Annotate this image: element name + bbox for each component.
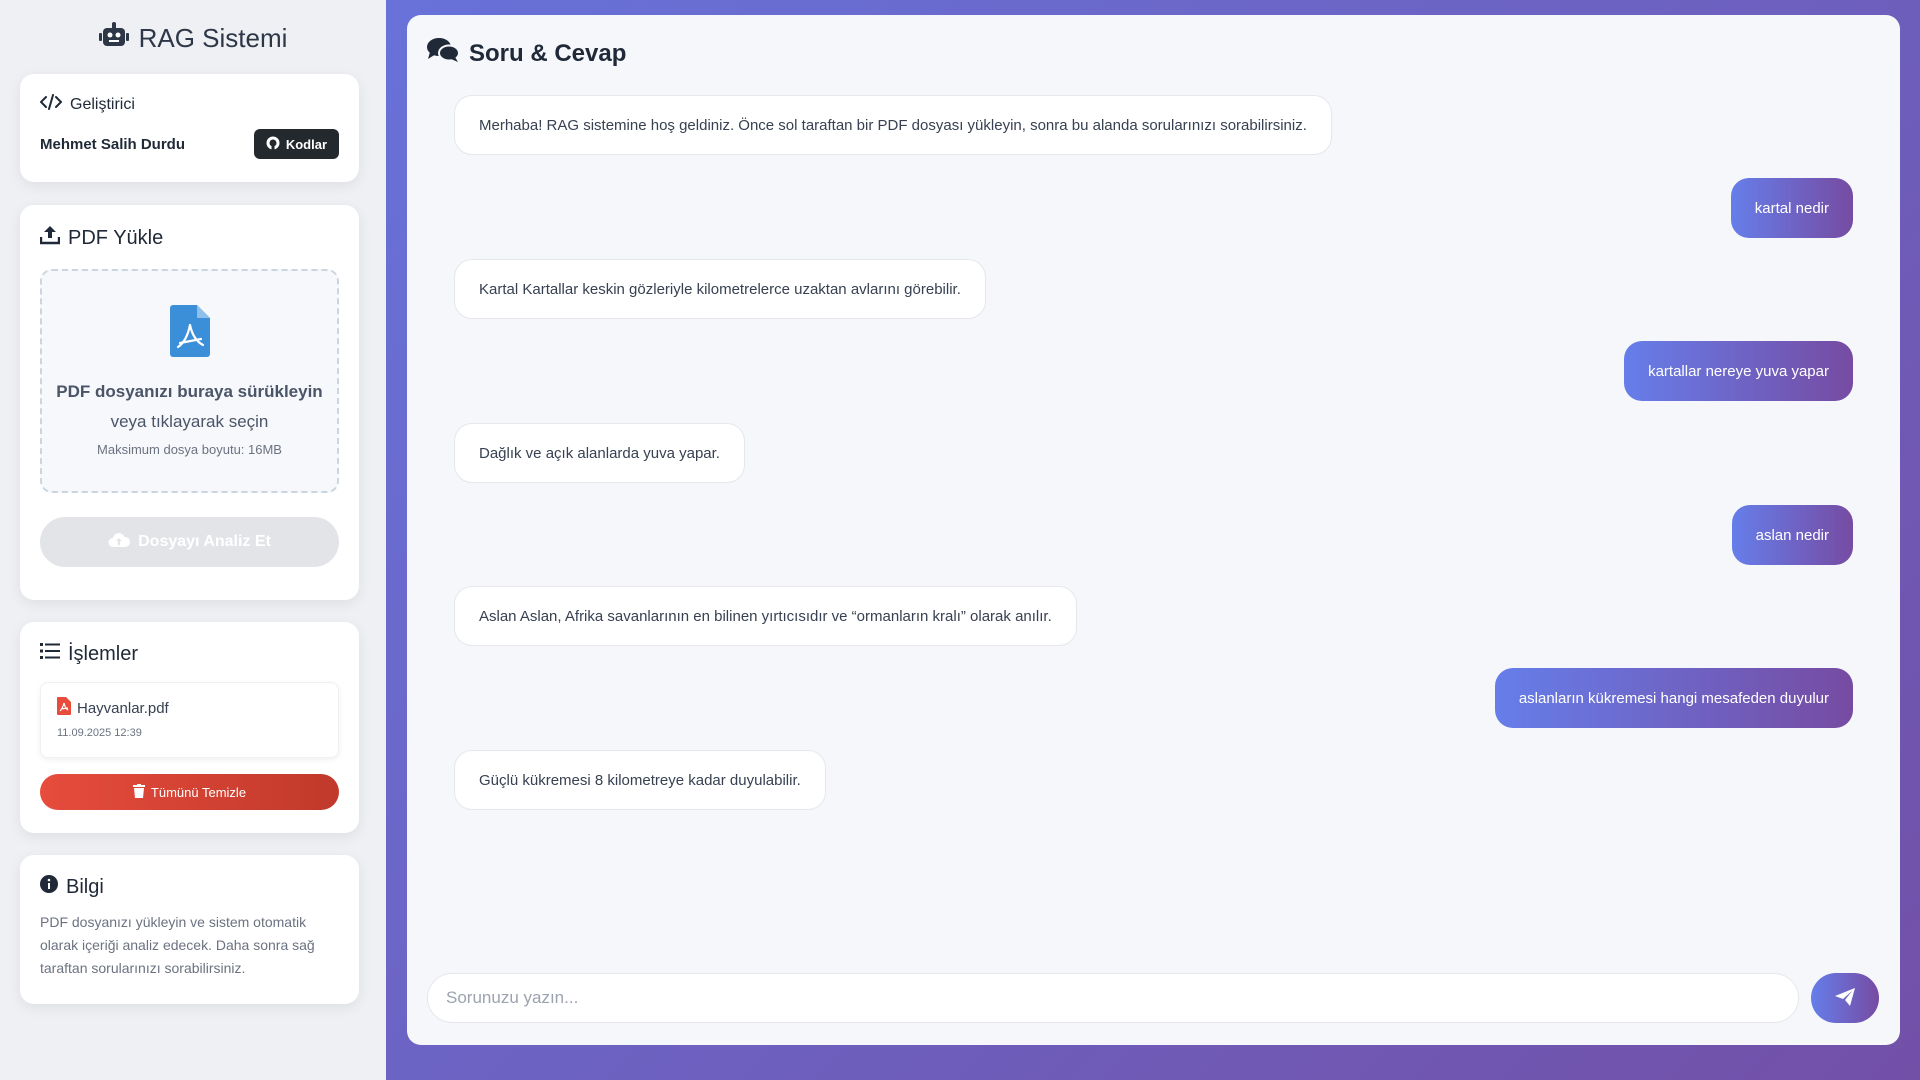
sidebar: RAG Sistemi Geliştirici Mehmet Salih Dur…: [0, 0, 386, 1080]
bot-message: Dağlık ve açık alanlarda yuva yapar.: [454, 423, 745, 483]
bot-message: Aslan Aslan, Afrika savanlarının en bili…: [454, 586, 1077, 646]
user-message: kartallar nereye yuva yapar: [1624, 341, 1853, 401]
robot-icon: [98, 21, 129, 55]
paper-plane-icon: [1835, 987, 1855, 1009]
chat-panel: Soru & Cevap Merhaba! RAG sistemine hoş …: [407, 15, 1900, 1045]
file-name: Hayvanlar.pdf: [77, 699, 169, 717]
info-card: Bilgi PDF dosyanızı yükleyin ve sistem o…: [20, 855, 359, 1004]
send-button[interactable]: [1811, 973, 1879, 1023]
drop-sub-text: veya tıklayarak seçin: [110, 412, 269, 431]
developer-card: Geliştirici Mehmet Salih Durdu Kodlar: [20, 74, 359, 182]
question-input-wrapper: [427, 973, 1799, 1023]
analyze-button[interactable]: Dosyayı Analiz Et: [40, 517, 339, 567]
chat-title: Soru & Cevap: [427, 37, 626, 70]
pdf-icon: [57, 697, 71, 719]
cloud-upload-icon: [108, 532, 131, 553]
code-button[interactable]: Kodlar: [253, 129, 339, 159]
info-text: PDF dosyanızı yükleyin ve sistem otomati…: [40, 914, 315, 976]
clear-all-button[interactable]: Tümünü Temizle: [40, 774, 339, 810]
code-icon: [39, 94, 63, 115]
file-date: 11.09.2025 12:39: [57, 727, 142, 739]
user-message: aslan nedir: [1731, 505, 1853, 565]
info-title: Bilgi: [40, 875, 339, 899]
question-input[interactable]: [446, 988, 1780, 1008]
bot-message: Kartal Kartallar keskin gözleriyle kilom…: [454, 259, 986, 319]
operations-card: İşlemler Hayvanlar.pdf 11.09.2025 12:39 …: [20, 622, 359, 833]
info-icon: [40, 875, 58, 899]
developer-title: Geliştirici: [39, 94, 339, 115]
user-message: kartal nedir: [1730, 178, 1853, 238]
pdf-drop-zone[interactable]: PDF dosyanızı buraya sürükleyin veya tık…: [40, 269, 339, 493]
trash-icon: [132, 783, 145, 801]
list-icon: [40, 642, 60, 666]
brand: RAG Sistemi: [20, 0, 366, 76]
bot-message: Güçlü kükremesi 8 kilometreye kadar duyu…: [454, 750, 826, 810]
app-title: RAG Sistemi: [138, 22, 288, 53]
operations-title: İşlemler: [40, 642, 339, 666]
comments-icon: [427, 37, 460, 70]
drop-size-hint: Maksimum dosya boyutu: 16MB: [97, 442, 282, 457]
file-list-item[interactable]: Hayvanlar.pdf 11.09.2025 12:39: [40, 682, 339, 758]
drop-main-text: PDF dosyanızı buraya sürükleyin: [56, 382, 323, 401]
user-message: aslanların kükremesi hangi mesafeden duy…: [1494, 668, 1853, 728]
github-icon: [266, 136, 280, 153]
upload-title: PDF Yükle: [39, 225, 339, 251]
upload-card: PDF Yükle PDF dosyanızı buraya sürükleyi…: [20, 205, 359, 600]
upload-icon: [39, 225, 61, 251]
bot-message: Merhaba! RAG sistemine hoş geldiniz. Önc…: [454, 95, 1332, 155]
developer-name: Mehmet Salih Durdu: [40, 135, 186, 153]
pdf-file-icon: [169, 305, 210, 362]
